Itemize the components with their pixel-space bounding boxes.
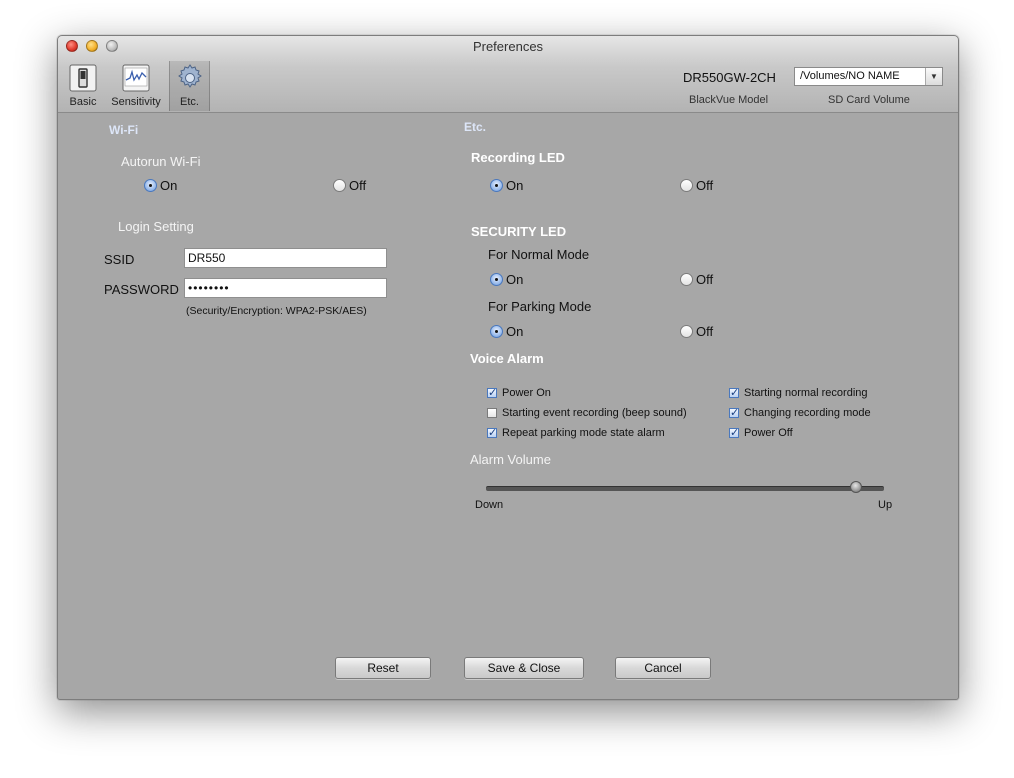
- encryption-note: (Security/Encryption: WPA2-PSK/AES): [186, 305, 367, 317]
- normal-mode-on-radio[interactable]: On: [490, 272, 523, 287]
- recording-led-label: Recording LED: [471, 150, 565, 165]
- checkbox-label: Starting normal recording: [744, 387, 868, 399]
- checkbox-label: Starting event recording (beep sound): [502, 407, 687, 419]
- window-title: Preferences: [472, 39, 544, 54]
- sd-card-caption: SD Card Volume: [828, 94, 910, 106]
- radio-indicator: [490, 179, 503, 192]
- voice-event-recording-checkbox[interactable]: Starting event recording (beep sound): [487, 407, 687, 419]
- password-label: PASSWORD: [104, 282, 179, 297]
- radio-label: On: [160, 178, 178, 193]
- parking-mode-on-radio[interactable]: On: [490, 324, 523, 339]
- radio-label: On: [506, 324, 524, 339]
- password-input[interactable]: ••••••••: [184, 278, 387, 298]
- sd-card-volume-value: /Volumes/NO NAME: [800, 70, 900, 82]
- checkmark-icon: ✓: [729, 387, 740, 399]
- radio-label: Off: [696, 272, 714, 287]
- voice-alarm-label: Voice Alarm: [470, 351, 544, 366]
- parking-mode-off-radio[interactable]: Off: [680, 324, 713, 339]
- autorun-wifi-off-radio[interactable]: Off: [333, 178, 366, 193]
- model-name: DR550GW-2CH: [683, 70, 776, 85]
- radio-indicator: [490, 325, 503, 338]
- checkbox-label: Power Off: [744, 427, 793, 439]
- security-led-label: SECURITY LED: [471, 224, 567, 239]
- voice-parking-alarm-checkbox[interactable]: ✓ Repeat parking mode state alarm: [487, 427, 665, 439]
- radio-label: On: [506, 272, 524, 287]
- radio-indicator: [680, 273, 693, 286]
- model-caption: BlackVue Model: [689, 94, 769, 106]
- voice-power-off-checkbox[interactable]: ✓ Power Off: [729, 427, 793, 439]
- volume-min-label: Down: [475, 499, 504, 511]
- radio-label: Off: [349, 178, 367, 193]
- radio-indicator: [333, 179, 346, 192]
- checkbox-empty: [487, 408, 497, 418]
- login-setting-label: Login Setting: [118, 219, 194, 234]
- alarm-volume-slider-track[interactable]: [486, 486, 884, 491]
- radio-indicator: [680, 325, 693, 338]
- checkbox-label: Changing recording mode: [744, 407, 871, 419]
- reset-button[interactable]: Reset: [335, 657, 431, 679]
- voice-normal-recording-checkbox[interactable]: ✓ Starting normal recording: [729, 387, 868, 399]
- recording-led-on-radio[interactable]: On: [490, 178, 523, 193]
- waveform-icon: [121, 63, 151, 93]
- toolbar-label-sensitivity: Sensitivity: [111, 96, 161, 108]
- alarm-volume-label: Alarm Volume: [470, 452, 551, 467]
- etc-section-header: Etc.: [464, 120, 487, 134]
- checkbox-label: Power On: [502, 387, 551, 399]
- voice-power-on-checkbox[interactable]: ✓ Power On: [487, 387, 551, 399]
- radio-indicator: [144, 179, 157, 192]
- switch-icon: [68, 63, 98, 93]
- toolbar-item-etc[interactable]: Etc.: [169, 61, 210, 111]
- radio-indicator: [680, 179, 693, 192]
- checkbox-label: Repeat parking mode state alarm: [502, 427, 665, 439]
- checkmark-icon: ✓: [487, 427, 498, 439]
- chevron-down-icon[interactable]: ▼: [925, 68, 942, 85]
- title-bar: Preferences Basic Sensitivity Etc. DR550…: [58, 36, 958, 113]
- checkmark-icon: ✓: [487, 387, 498, 399]
- alarm-volume-slider-knob[interactable]: [850, 481, 863, 493]
- normal-mode-label: For Normal Mode: [488, 247, 590, 262]
- autorun-wifi-on-radio[interactable]: On: [144, 178, 177, 193]
- toolbar-label-basic: Basic: [69, 96, 97, 108]
- ssid-label: SSID: [104, 252, 135, 267]
- toolbar-label-etc: Etc.: [180, 96, 199, 108]
- cancel-button[interactable]: Cancel: [615, 657, 711, 679]
- toolbar-item-sensitivity[interactable]: Sensitivity: [106, 63, 166, 109]
- checkmark-icon: ✓: [729, 427, 740, 439]
- autorun-wifi-label: Autorun Wi-Fi: [121, 154, 201, 169]
- save-close-button[interactable]: Save & Close: [464, 657, 584, 679]
- recording-led-off-radio[interactable]: Off: [680, 178, 713, 193]
- wifi-section-header: Wi-Fi: [109, 123, 139, 137]
- radio-label: On: [506, 178, 524, 193]
- normal-mode-off-radio[interactable]: Off: [680, 272, 713, 287]
- preferences-window: Preferences Basic Sensitivity Etc. DR550…: [57, 35, 959, 700]
- voice-changing-mode-checkbox[interactable]: ✓ Changing recording mode: [729, 407, 871, 419]
- ssid-input[interactable]: DR550: [184, 248, 387, 268]
- parking-mode-label: For Parking Mode: [488, 299, 592, 314]
- volume-max-label: Up: [878, 499, 893, 511]
- sd-card-volume-select[interactable]: /Volumes/NO NAME ▼: [794, 67, 943, 86]
- gear-icon: [175, 63, 205, 93]
- radio-indicator: [490, 273, 503, 286]
- radio-label: Off: [696, 324, 714, 339]
- toolbar-item-basic[interactable]: Basic: [64, 63, 102, 109]
- radio-label: Off: [696, 178, 714, 193]
- checkmark-icon: ✓: [729, 407, 740, 419]
